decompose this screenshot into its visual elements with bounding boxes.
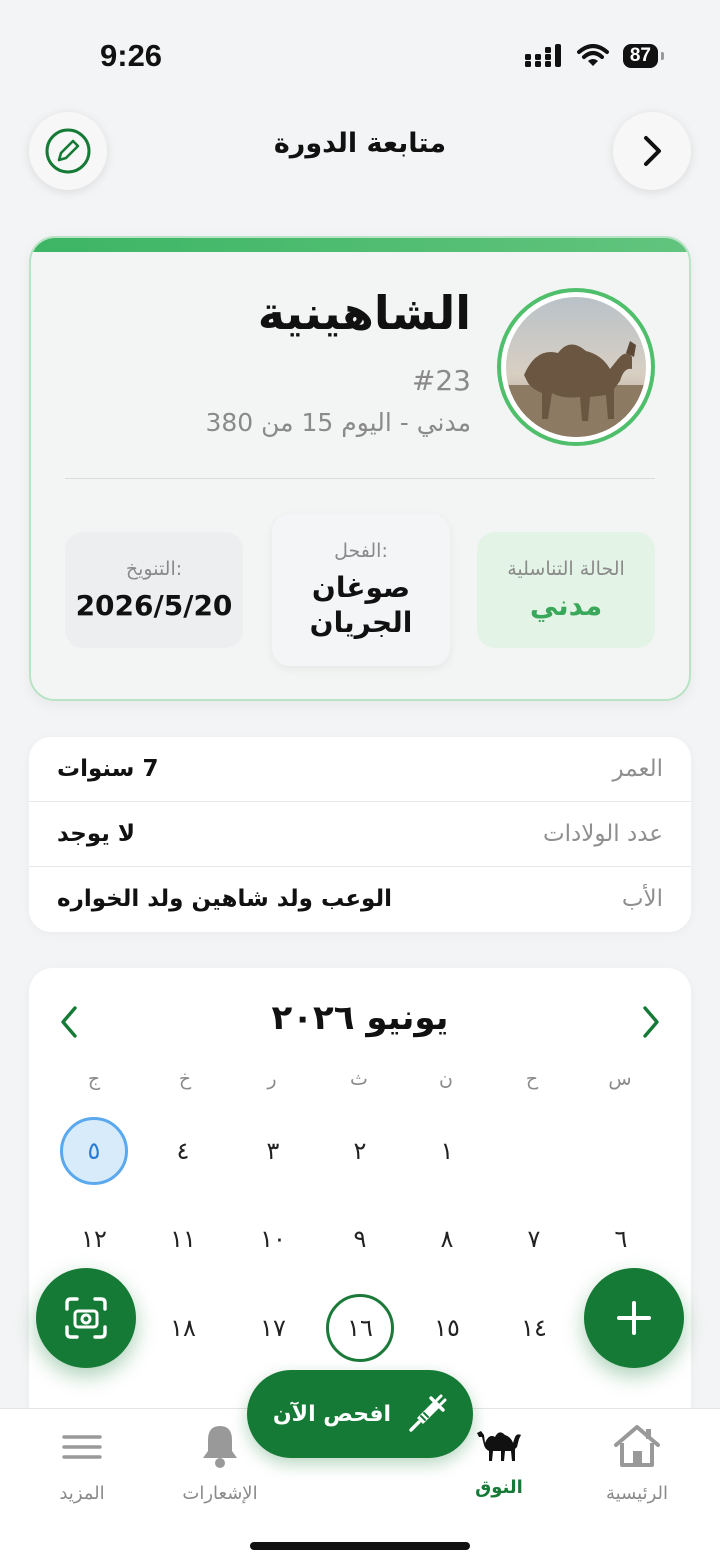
insemination-date-box: التنويخ: 2026/5/20 (65, 532, 243, 648)
bell-icon (203, 1426, 237, 1468)
battery-indicator: 87 (622, 44, 665, 68)
calendar-day[interactable]: ١٥ (413, 1294, 481, 1362)
calendar-day[interactable]: ٧ (500, 1205, 568, 1273)
back-button[interactable] (613, 112, 691, 190)
chevron-right-icon (644, 136, 661, 166)
syringe-icon (409, 1394, 447, 1432)
cellular-signal-icon (524, 44, 561, 67)
camel-photo (506, 297, 646, 437)
home-indicator (250, 1542, 470, 1550)
calendar-day[interactable]: ١٠ (239, 1205, 307, 1273)
births-label: عدد الولادات (542, 821, 663, 847)
weekday-label: ج (87, 1068, 101, 1090)
calendar-day[interactable]: ٢ (326, 1117, 394, 1185)
page-title: متابعة الدورة (273, 128, 447, 159)
home-icon (614, 1425, 660, 1467)
insemination-label: التنويخ: (125, 557, 183, 580)
calendar-day[interactable]: ١٨ (149, 1294, 217, 1362)
calendar-day[interactable]: ٨ (413, 1205, 481, 1273)
weekday-label: خ (178, 1068, 192, 1090)
card-accent-bar (31, 238, 689, 252)
detail-row-age: العمر 7 سنوات (29, 737, 691, 801)
calendar-day-today[interactable]: ٥ (60, 1117, 128, 1185)
father-value: الوعب ولد شاهين ولد الخواره (57, 886, 392, 912)
sire-name-line1: صوغان (311, 571, 411, 604)
nav-label-notifications: الإشعارات (182, 1483, 258, 1504)
camera-scan-icon (65, 1297, 107, 1339)
calendar-day[interactable]: ١٢ (60, 1205, 128, 1273)
check-now-button[interactable]: افحص الآن (247, 1370, 473, 1458)
status-icons: 87 (524, 44, 665, 68)
add-button[interactable] (584, 1268, 684, 1368)
age-value: 7 سنوات (57, 756, 159, 782)
calendar-next-button[interactable] (631, 1002, 671, 1042)
status-label: الحالة التناسلية (507, 557, 625, 580)
menu-icon (62, 1435, 102, 1459)
nav-label-more: المزيد (59, 1483, 105, 1504)
weekday-label: ث (350, 1068, 368, 1090)
camel-id: #23 (411, 364, 471, 397)
calendar-day[interactable]: ٦ (587, 1205, 655, 1273)
insemination-value: 2026/5/20 (75, 588, 233, 622)
wifi-icon (576, 44, 609, 66)
calendar-day[interactable]: ١١ (149, 1205, 217, 1273)
weekday-label: ن (439, 1068, 453, 1090)
camel-cycle-subtitle: مدني - اليوم 15 من 380 (205, 408, 471, 437)
reproductive-status-box: الحالة التناسلية مدني (477, 532, 655, 648)
sire-box: الفحل: صوغان الجريان (272, 514, 450, 666)
detail-row-births: عدد الولادات لا يوجد (29, 802, 691, 866)
card-divider (65, 478, 655, 479)
calendar-day[interactable]: ٩ (326, 1205, 394, 1273)
calendar-day[interactable]: ١٧ (239, 1294, 307, 1362)
nav-label-home: الرئيسية (606, 1483, 668, 1504)
chevron-right-icon (643, 1006, 659, 1038)
calendar-day[interactable]: ٤ (149, 1117, 217, 1185)
camel-details-list: العمر 7 سنوات عدد الولادات لا يوجد الأب … (29, 737, 691, 932)
nav-item-more[interactable]: المزيد (17, 1423, 147, 1504)
calendar-month-title: يونيو ٢٠٢٦ (271, 998, 449, 1038)
calendar-day-marked[interactable]: ١٦ (326, 1294, 394, 1362)
camel-avatar[interactable] (497, 288, 655, 446)
father-label: الأب (621, 886, 663, 912)
weekday-label: ر (267, 1068, 277, 1090)
age-label: العمر (612, 756, 663, 782)
births-value: لا يوجد (57, 821, 136, 847)
camel-name: الشاهينية (257, 286, 471, 340)
calendar-day[interactable]: ١٤ (500, 1294, 568, 1362)
sire-label: الفحل: (334, 540, 388, 562)
calendar-day[interactable]: ٣ (239, 1117, 307, 1185)
nav-label-camels: النوق (475, 1477, 523, 1498)
cycle-calendar: يونيو ٢٠٢٦ س ح ن ث ر خ ج ١ ٢ ٣ ٤ ٥ ٦ ٧ ٨… (29, 968, 691, 1428)
status-value: مدني (529, 588, 603, 622)
camel-profile-card: الشاهينية #23 مدني - اليوم 15 من 380 الح… (29, 236, 691, 701)
weekday-label: س (608, 1068, 632, 1090)
detail-row-father: الأب الوعب ولد شاهين ولد الخواره (29, 867, 691, 931)
scan-button[interactable] (36, 1268, 136, 1368)
sire-name-line2: الجريان (309, 606, 413, 639)
plus-icon (617, 1301, 651, 1335)
status-time: 9:26 (100, 38, 163, 73)
nav-item-home[interactable]: الرئيسية (572, 1423, 702, 1504)
calendar-day[interactable]: ١ (413, 1117, 481, 1185)
check-now-label: افحص الآن (272, 1401, 392, 1427)
weekday-label: ح (525, 1068, 539, 1090)
camel-icon (477, 1431, 521, 1461)
